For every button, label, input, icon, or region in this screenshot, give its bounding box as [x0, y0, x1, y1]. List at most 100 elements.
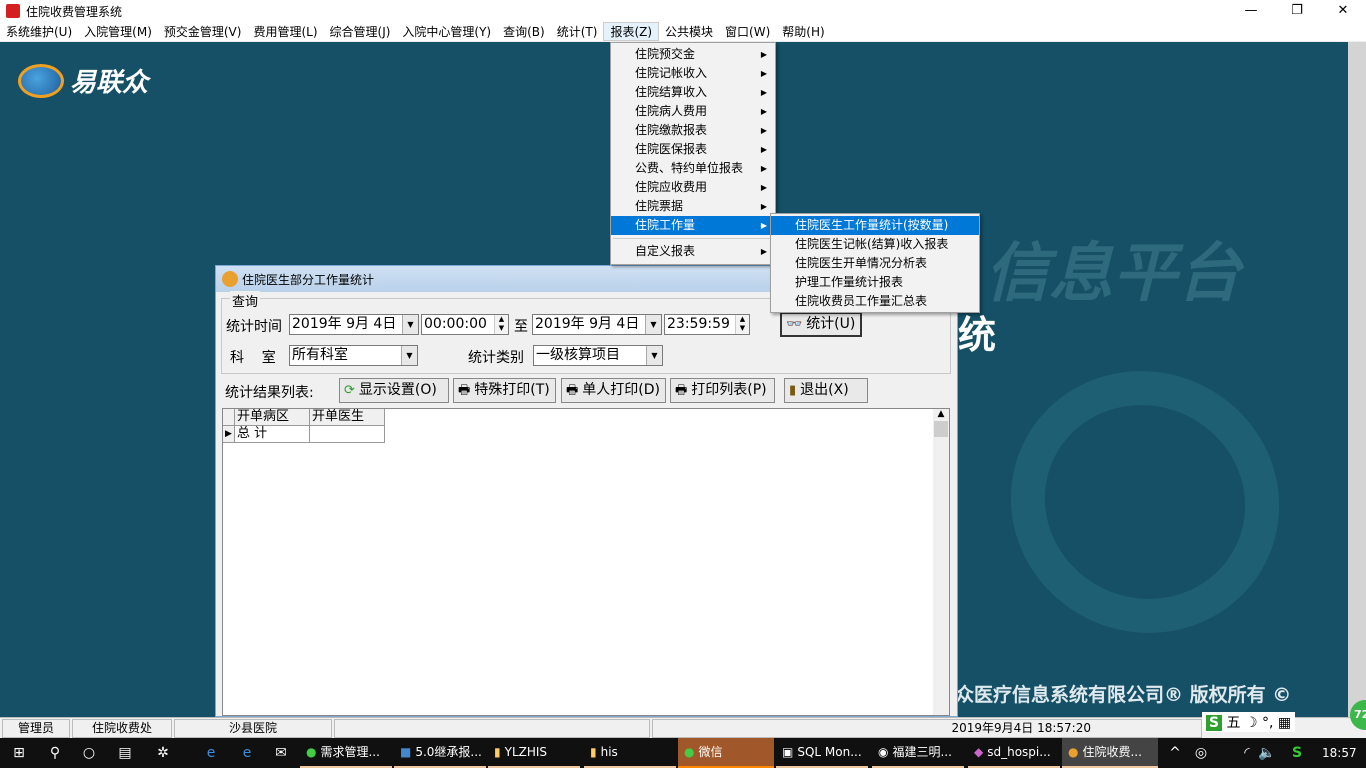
menu-item[interactable]: 住院记帐收入 ▶: [611, 64, 775, 83]
submenu-item[interactable]: 住院收费员工作量汇总表: [771, 292, 979, 311]
app-icon: ◆: [974, 745, 984, 759]
end-time-field[interactable]: 23:59:59 ▲ ▼: [664, 314, 750, 335]
task-view-icon[interactable]: ▤: [110, 738, 140, 768]
folder-icon: ▮: [494, 745, 501, 759]
column-header[interactable]: 开单病区: [235, 409, 310, 426]
taskbar-item[interactable]: ▣ SQL Mon...: [776, 738, 868, 768]
menu-item[interactable]: 住院缴款报表 ▶: [611, 121, 775, 140]
mdi-scrollbar[interactable]: [1348, 42, 1366, 717]
start-time-value: 00:00:00: [424, 316, 487, 332]
taskbar-item-wechat[interactable]: ● 微信: [678, 738, 774, 768]
volume-mute-icon[interactable]: 🔈: [1252, 738, 1282, 768]
taskbar-item-active[interactable]: ● 住院收费...: [1062, 738, 1158, 768]
app-icon[interactable]: ✲: [148, 738, 178, 768]
minimize-button[interactable]: —: [1228, 0, 1274, 22]
menu-item-label: 住院缴款报表: [635, 123, 708, 137]
column-header[interactable]: 开单医生: [310, 409, 385, 426]
menu-item[interactable]: 公费、特约单位报表 ▶: [611, 159, 775, 178]
stat-button[interactable]: 👓 统计(U): [780, 312, 862, 337]
menu-item-custom-report[interactable]: 自定义报表 ▶: [611, 242, 775, 261]
end-date-picker[interactable]: 2019年 9月 4日 ▼: [532, 314, 662, 335]
chevron-right-icon: ▶: [760, 88, 767, 97]
menu-item-label: 公费、特约单位报表: [635, 161, 744, 175]
taskbar-item[interactable]: ■ 5.0继承报...: [394, 738, 486, 768]
restore-button[interactable]: ❐: [1274, 0, 1320, 22]
menu-help[interactable]: 帮助(H): [776, 22, 830, 41]
chevron-down-icon[interactable]: ▼: [402, 315, 418, 334]
taskbar-label: 住院收费...: [1082, 745, 1142, 759]
mail-icon[interactable]: ✉: [266, 738, 296, 768]
cortana-icon[interactable]: ○: [74, 738, 104, 768]
menu-item[interactable]: 住院病人费用 ▶: [611, 102, 775, 121]
submenu-item[interactable]: 住院医生工作量统计(按数量): [771, 216, 979, 235]
tray-app-icon[interactable]: ◎: [1186, 738, 1216, 768]
print-list-button[interactable]: 🖶 打印列表(P): [670, 378, 775, 403]
spinner-icon[interactable]: ▲ ▼: [494, 315, 508, 334]
menu-item[interactable]: 住院结算收入 ▶: [611, 83, 775, 102]
menu-item[interactable]: 住院预交金 ▶: [611, 45, 775, 64]
results-grid[interactable]: 开单病区 开单医生 ▶ 总 计 ▲: [222, 408, 950, 716]
menu-item[interactable]: 住院票据 ▶: [611, 197, 775, 216]
search-icon[interactable]: ⚲: [40, 738, 70, 768]
menu-item-label: 住院票据: [635, 199, 684, 213]
exit-label: 退出(X): [800, 382, 849, 398]
submenu-item[interactable]: 住院医生记帐(结算)收入报表: [771, 235, 979, 254]
menu-general[interactable]: 综合管理(J): [324, 22, 397, 41]
taskbar-label: his: [600, 745, 618, 759]
grid-cell[interactable]: 总 计: [235, 426, 310, 443]
chevron-right-icon: ▶: [760, 69, 767, 78]
menu-admission[interactable]: 入院管理(M): [78, 22, 158, 41]
spinner-icon[interactable]: ▲ ▼: [735, 315, 749, 334]
special-print-button[interactable]: 🖶 特殊打印(T): [453, 378, 556, 403]
ime-toolbar[interactable]: S 五 ☽ °, ▦: [1202, 712, 1296, 732]
clock[interactable]: 18:57: [1322, 738, 1357, 768]
menu-deposit[interactable]: 预交金管理(V): [158, 22, 248, 41]
grid-cell[interactable]: [310, 426, 385, 443]
exit-button[interactable]: ▮ 退出(X): [784, 378, 868, 403]
display-settings-button[interactable]: ⟳ 显示设置(O): [339, 378, 449, 403]
menu-statistics[interactable]: 统计(T): [551, 22, 604, 41]
status-bar: 管理员 住院收费处 沙县医院 2019年9月4日 18:57:20 S 五 ☽ …: [0, 700, 1366, 738]
taskbar-item[interactable]: ▮ YLZHIS: [488, 738, 580, 768]
menu-admission-center[interactable]: 入院中心管理(Y): [396, 22, 497, 41]
menu-common[interactable]: 公共模块: [659, 22, 719, 41]
sogou-tray-icon[interactable]: S: [1282, 738, 1312, 768]
wechat-icon: ●: [684, 745, 695, 759]
taskbar-item[interactable]: ◆ sd_hospi...: [968, 738, 1060, 768]
single-print-label: 单人打印(D): [582, 382, 660, 398]
chevron-down-icon[interactable]: ▼: [646, 346, 662, 365]
scroll-thumb[interactable]: [934, 421, 948, 437]
grid-scrollbar[interactable]: ▲: [933, 409, 949, 715]
chevron-right-icon: ▶: [760, 221, 767, 230]
windows-start-icon[interactable]: ⊞: [4, 738, 34, 768]
menu-item-workload[interactable]: 住院工作量 ▶: [611, 216, 775, 235]
chevron-right-icon: ▶: [760, 202, 767, 211]
dept-select[interactable]: 所有科室 ▼: [289, 345, 418, 366]
start-date-picker[interactable]: 2019年 9月 4日 ▼: [289, 314, 419, 335]
edge-icon[interactable]: e: [232, 738, 262, 768]
taskbar-item[interactable]: ● 需求管理...: [300, 738, 392, 768]
menu-item[interactable]: 住院医保报表 ▶: [611, 140, 775, 159]
chevron-down-icon[interactable]: ▼: [645, 315, 661, 334]
printer-icon: 🖶: [566, 383, 579, 398]
single-print-button[interactable]: 🖶 单人打印(D): [561, 378, 666, 403]
submenu-item[interactable]: 住院医生开单情况分析表: [771, 254, 979, 273]
taskbar-label: SQL Mon...: [797, 745, 862, 759]
submenu-item[interactable]: 护理工作量统计报表: [771, 273, 979, 292]
reports-dropdown: 住院预交金 ▶ 住院记帐收入 ▶ 住院结算收入 ▶ 住院病人费用 ▶ 住院缴款报表 ▶ 住…: [610, 42, 776, 265]
menu-item[interactable]: 住院应收费用 ▶: [611, 178, 775, 197]
menu-system[interactable]: 系统维护(U): [0, 22, 78, 41]
menu-query[interactable]: 查询(B): [497, 22, 551, 41]
category-select[interactable]: 一级核算项目 ▼: [533, 345, 663, 366]
title-bar: 住院收费管理系统 — ❐ ✕: [0, 0, 1366, 22]
taskbar-item[interactable]: ▮ his: [584, 738, 676, 768]
menu-reports[interactable]: 报表(Z): [603, 22, 660, 41]
close-button[interactable]: ✕: [1320, 0, 1366, 22]
menu-fees[interactable]: 费用管理(L): [247, 22, 323, 41]
taskbar-item[interactable]: ◉ 福建三明...: [872, 738, 964, 768]
ie-icon[interactable]: e: [196, 738, 226, 768]
chevron-down-icon[interactable]: ▼: [401, 346, 417, 365]
menu-window[interactable]: 窗口(W): [719, 22, 776, 41]
scroll-up-icon[interactable]: ▲: [933, 409, 949, 419]
start-time-field[interactable]: 00:00:00 ▲ ▼: [421, 314, 509, 335]
